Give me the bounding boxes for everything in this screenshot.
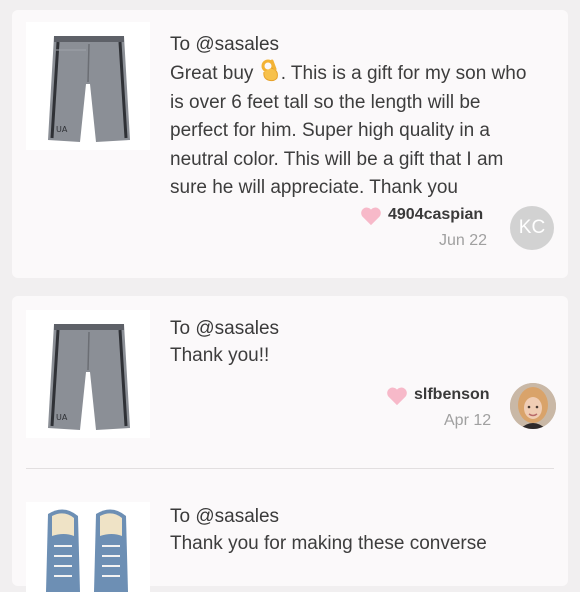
review-date: Apr 12 (444, 412, 492, 429)
review-recipient: To @sasales (170, 34, 280, 55)
heart-icon[interactable] (386, 386, 408, 406)
reviewer-username[interactable]: slfbenson (414, 386, 490, 404)
blue-sneakers-icon (26, 502, 150, 592)
user-photo-icon (510, 383, 556, 429)
gray-shorts-icon: UA (48, 36, 130, 142)
review-recipient: To @sasales (170, 506, 280, 527)
review-date: Jun 22 (439, 232, 488, 249)
product-thumbnail[interactable] (26, 502, 150, 592)
gray-shorts-icon: UA (48, 324, 130, 430)
product-thumbnail[interactable]: UA (26, 310, 150, 438)
product-thumbnail[interactable]: UA (26, 22, 150, 150)
review-text: Thank you!! (170, 345, 270, 366)
divider (26, 468, 554, 469)
review-text: Thank you for making these converse (170, 533, 487, 554)
review-card: UA To @sasales Great buy . This is a gif… (12, 10, 568, 278)
heart-icon[interactable] (360, 206, 382, 226)
review-card: UA To @sasales Thank you!! slfbenson Apr… (12, 296, 568, 592)
review-recipient: To @sasales (170, 318, 280, 339)
ok-hand-icon (261, 59, 278, 82)
svg-text:UA: UA (56, 413, 68, 422)
review-text: Great buy . This is a gift for my son wh… (170, 58, 542, 203)
reviewer-avatar[interactable]: KC (510, 206, 554, 250)
svg-text:UA: UA (56, 125, 68, 134)
reviewer-username[interactable]: 4904caspian (388, 206, 483, 224)
user-photo-avatar[interactable] (510, 383, 556, 429)
